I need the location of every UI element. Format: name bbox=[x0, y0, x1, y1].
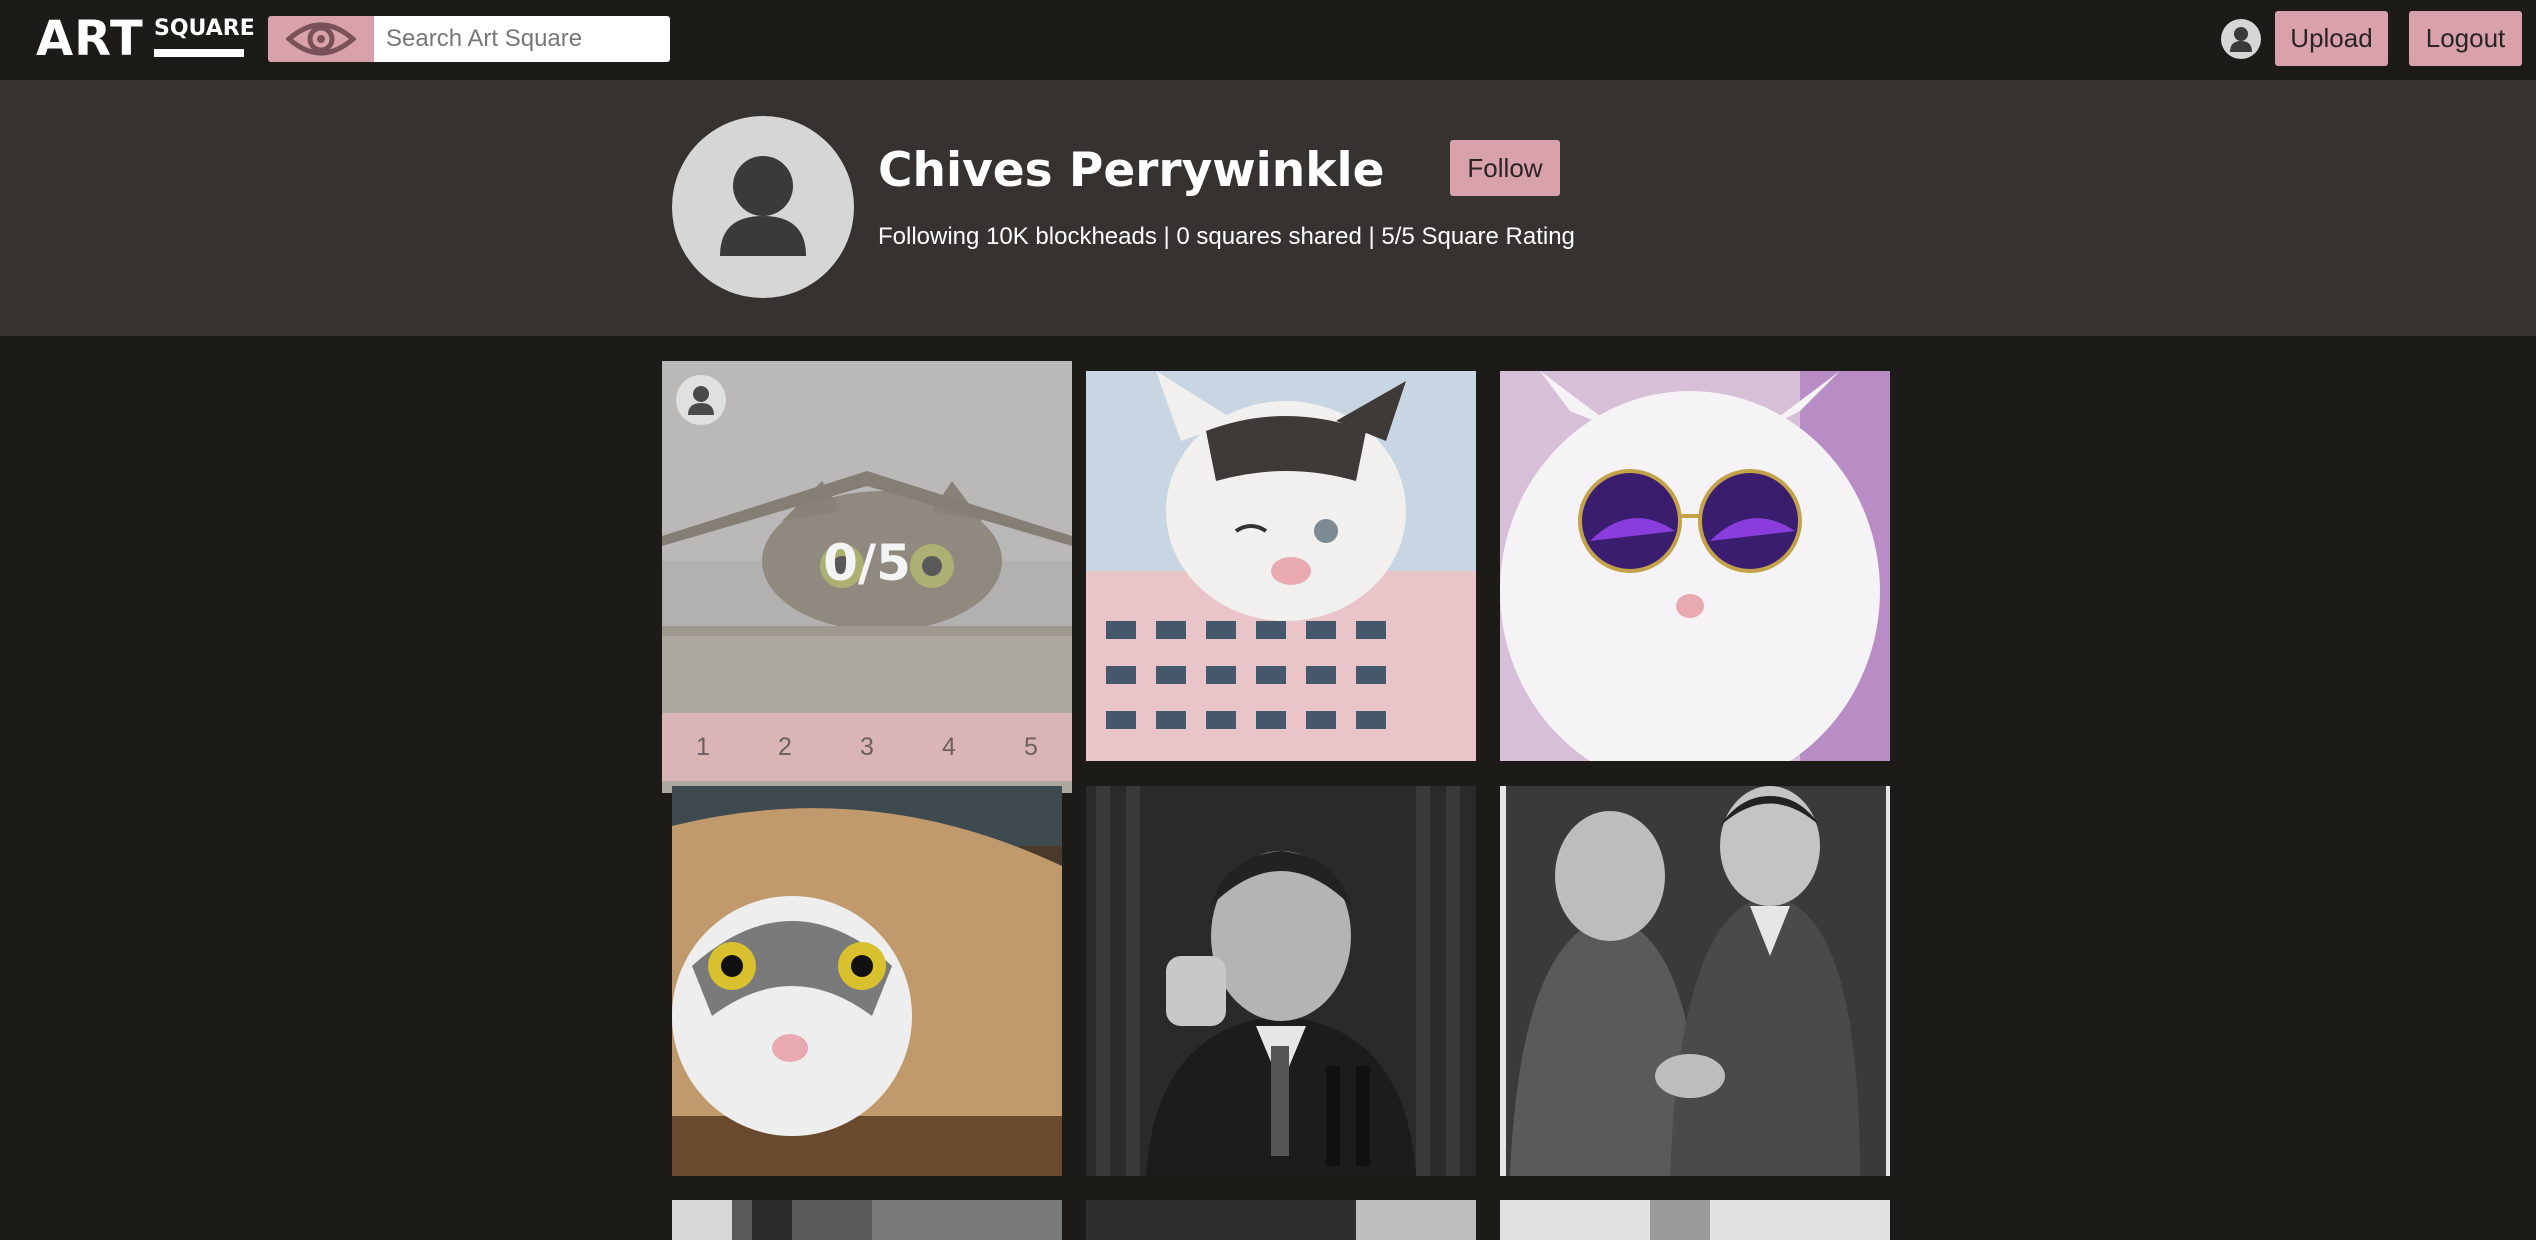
top-nav-bar: ART SQUARE Upload Logout bbox=[0, 0, 2536, 80]
account-avatar[interactable] bbox=[2221, 19, 2261, 59]
rating-selector: 1 2 3 4 5 bbox=[662, 713, 1072, 781]
art-square-tile[interactable] bbox=[1500, 1200, 1890, 1240]
art-square-tile[interactable] bbox=[1500, 371, 1890, 761]
art-square-tile[interactable] bbox=[1086, 371, 1476, 761]
art-square-logo[interactable]: ART SQUARE bbox=[36, 11, 255, 67]
rating-option-3[interactable]: 3 bbox=[837, 733, 897, 762]
profile-banner: Chives Perrywinkle Follow Following 10K … bbox=[0, 80, 2536, 336]
partial-photo bbox=[1086, 1200, 1476, 1240]
search-bar bbox=[268, 16, 670, 62]
search-input[interactable] bbox=[374, 16, 670, 62]
logo-secondary-text: SQUARE bbox=[154, 16, 255, 41]
rating-overlay: 0/5 1 2 3 4 5 bbox=[662, 361, 1072, 793]
art-square-tile[interactable] bbox=[1500, 786, 1890, 1176]
uploader-avatar[interactable] bbox=[676, 375, 726, 425]
art-square-tile[interactable] bbox=[1086, 786, 1476, 1176]
logout-button[interactable]: Logout bbox=[2409, 11, 2522, 66]
art-square-tile[interactable] bbox=[672, 1200, 1062, 1240]
logo-underline bbox=[154, 49, 244, 57]
user-icon bbox=[2230, 27, 2252, 52]
cat-sunglasses-image bbox=[1500, 371, 1890, 761]
logo-primary-text: ART bbox=[36, 11, 144, 67]
handshake-photo bbox=[1500, 786, 1890, 1176]
partial-photo bbox=[1500, 1200, 1890, 1240]
art-square-tile[interactable] bbox=[1086, 1200, 1476, 1240]
eye-icon bbox=[286, 22, 356, 56]
follow-button[interactable]: Follow bbox=[1450, 140, 1560, 196]
art-square-tile[interactable]: 0/5 1 2 3 4 5 bbox=[662, 361, 1072, 793]
rating-option-1[interactable]: 1 bbox=[673, 733, 733, 762]
profile-name: Chives Perrywinkle bbox=[878, 143, 1385, 198]
rating-option-4[interactable]: 4 bbox=[919, 733, 979, 762]
rating-option-5[interactable]: 5 bbox=[1001, 733, 1061, 762]
profile-avatar bbox=[672, 116, 854, 298]
search-eye-button[interactable] bbox=[268, 16, 374, 62]
rating-value: 0/5 bbox=[823, 534, 911, 592]
user-icon bbox=[688, 386, 714, 415]
man-pointing-photo bbox=[1086, 786, 1476, 1176]
user-icon bbox=[720, 156, 806, 256]
upload-button[interactable]: Upload bbox=[2275, 11, 2388, 66]
rating-option-2[interactable]: 2 bbox=[755, 733, 815, 762]
profile-stats: Following 10K blockheads | 0 squares sha… bbox=[878, 223, 1575, 250]
cat-building-image bbox=[1086, 371, 1476, 761]
partial-photo bbox=[672, 1200, 1062, 1240]
art-square-tile[interactable] bbox=[672, 786, 1062, 1176]
cat-paper-tube-image bbox=[672, 786, 1062, 1176]
